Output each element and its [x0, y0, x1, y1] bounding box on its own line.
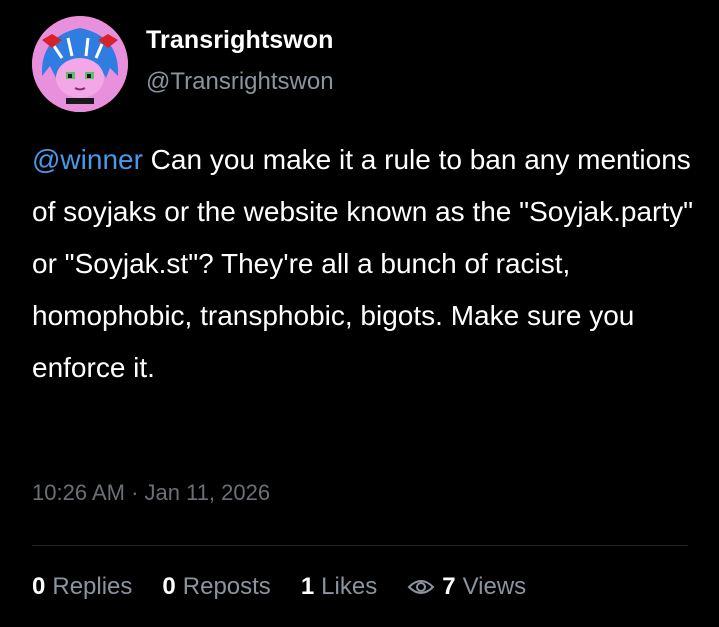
likes-stat[interactable]: 1 Likes: [301, 573, 377, 601]
divider: [32, 545, 688, 546]
replies-label: Replies: [52, 573, 133, 600]
post-stats: 0 Replies 0 Reposts 1 Likes 7 Views: [32, 572, 556, 602]
mention-link[interactable]: @winner: [32, 144, 143, 175]
post-card: Transrightswon @Transrightswon @winner C…: [0, 0, 719, 627]
avatar[interactable]: [32, 16, 128, 112]
views-stat[interactable]: 7 Views: [407, 573, 526, 601]
post-body: Can you make it a rule to ban any mentio…: [32, 144, 694, 383]
likes-count: 1: [300, 573, 315, 600]
replies-stat[interactable]: 0 Replies: [32, 573, 132, 601]
post-text: @winner Can you make it a rule to ban an…: [32, 134, 702, 394]
replies-count: 0: [32, 573, 46, 600]
display-name[interactable]: Transrightswon: [146, 26, 334, 55]
reposts-stat[interactable]: 0 Reposts: [162, 573, 270, 601]
user-handle[interactable]: @Transrightswon: [146, 68, 334, 96]
eye-icon: [407, 580, 435, 594]
likes-label: Likes: [321, 573, 378, 600]
avatar-image: [32, 16, 128, 112]
reposts-label: Reposts: [182, 573, 271, 600]
reposts-count: 0: [162, 573, 176, 600]
post-timestamp[interactable]: 10:26 AM · Jan 11, 2026: [32, 480, 270, 506]
views-count: 7: [442, 573, 456, 600]
views-label: Views: [462, 573, 527, 600]
